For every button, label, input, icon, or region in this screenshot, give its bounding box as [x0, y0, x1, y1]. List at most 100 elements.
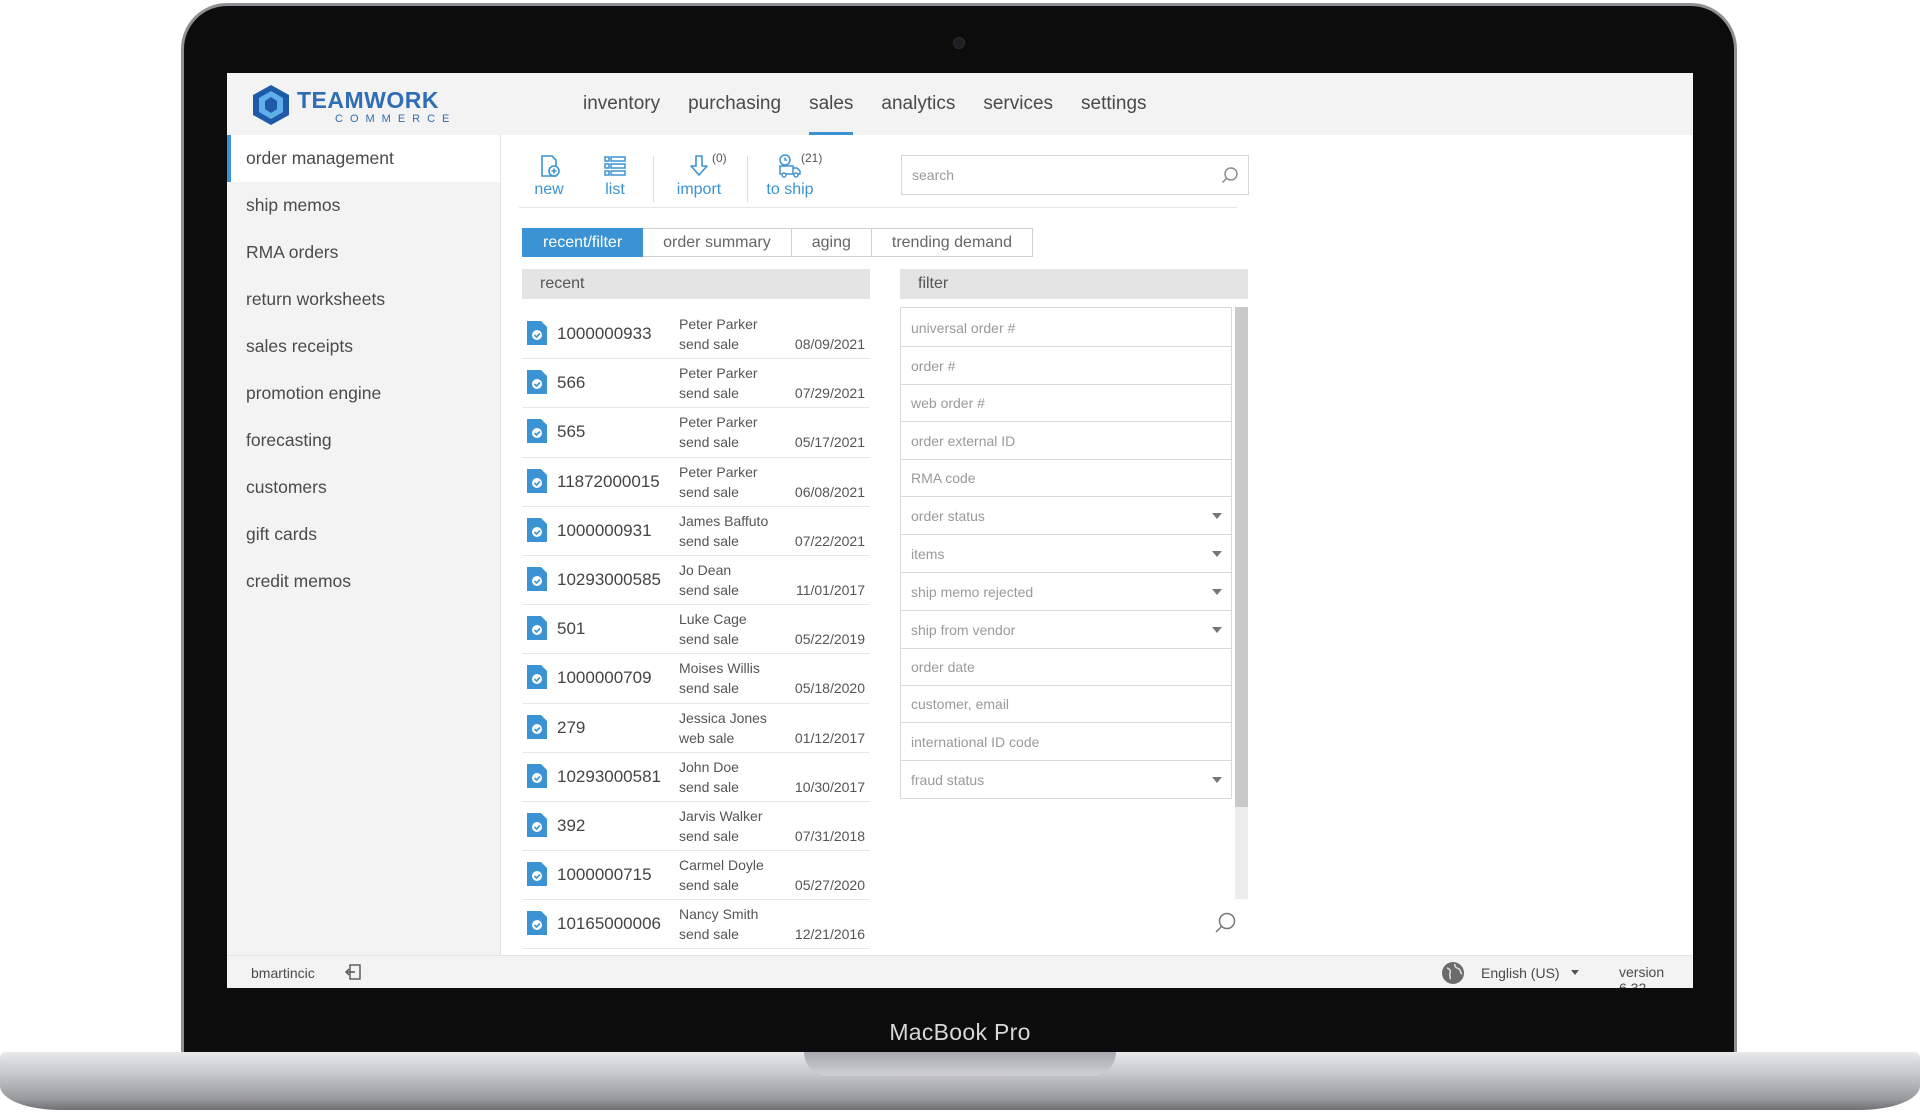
order-number[interactable]: 10293000585	[557, 570, 661, 590]
order-number[interactable]: 10165000006	[557, 914, 661, 934]
sidebar-item-ship-memos[interactable]: ship memos	[227, 182, 500, 229]
filter-dropdown[interactable]: items	[900, 533, 1232, 573]
nav-analytics[interactable]: analytics	[867, 73, 969, 135]
filter-input[interactable]: RMA code	[900, 457, 1232, 497]
order-document-icon	[527, 321, 547, 345]
chevron-down-icon[interactable]	[1569, 966, 1581, 978]
filter-input[interactable]: customer, email	[900, 683, 1232, 723]
tab-recent-filter[interactable]: recent/filter	[522, 228, 644, 257]
recent-order-row[interactable]: 1000000709 Moises Willis send sale 05/18/20…	[522, 654, 870, 704]
order-type: send sale	[679, 926, 739, 943]
filter-input[interactable]: order external ID	[900, 419, 1232, 460]
list-button[interactable]: list	[599, 153, 631, 199]
tab-bar: recent/filter order summary aging trendi…	[522, 228, 1033, 257]
order-document-icon	[527, 714, 547, 739]
order-document-icon	[527, 862, 547, 887]
to-ship-button[interactable]: to ship (21)	[763, 151, 822, 199]
order-type: send sale	[679, 827, 739, 844]
recent-order-row[interactable]: 566 Peter Parker send sale 07/29/2021	[522, 359, 870, 409]
filter-search-icon[interactable]	[1214, 911, 1238, 935]
order-customer: Luke Cage	[679, 611, 747, 628]
import-count: (0)	[712, 151, 727, 165]
new-button[interactable]: new	[529, 153, 569, 199]
chevron-down-icon	[1212, 777, 1222, 783]
order-number[interactable]: 10293000581	[557, 767, 661, 787]
filter-dropdown[interactable]: ship memo rejected	[900, 571, 1232, 611]
import-icon	[690, 155, 708, 176]
language-select[interactable]: English (US)	[1481, 965, 1560, 981]
recent-order-row[interactable]: 10293000581 John Doe send sale 10/30/2017	[522, 753, 870, 802]
sidebar-item-rma-orders[interactable]: RMA orders	[227, 229, 500, 276]
recent-order-row[interactable]: 1000000933 Peter Parker send sale 08/09/202…	[522, 310, 870, 360]
sidebar-item-forecasting[interactable]: forecasting	[227, 417, 500, 464]
search-box	[901, 155, 1249, 195]
sidebar-item-customers[interactable]: customers	[227, 464, 500, 511]
order-type: send sale	[679, 877, 739, 894]
nav-settings[interactable]: settings	[1067, 73, 1160, 135]
filter-scrollbar-thumb[interactable]	[1235, 307, 1248, 807]
recent-order-row[interactable]: 501 Luke Cage send sale 05/22/2019	[522, 605, 870, 655]
recent-order-row[interactable]: 1000000715 Carmel Doyle send sale 05/27/202…	[522, 851, 870, 901]
order-customer: Carmel Doyle	[679, 857, 764, 874]
recent-order-row[interactable]: 279 Jessica Jones web sale 01/12/2017	[522, 704, 870, 753]
recent-list: 1000000933 Peter Parker send sale 08/09/202…	[522, 310, 870, 950]
nav-purchasing[interactable]: purchasing	[674, 73, 795, 135]
laptop-notch	[804, 1052, 1116, 1076]
sidebar-item-credit-memos[interactable]: credit memos	[227, 558, 500, 605]
order-number[interactable]: 565	[557, 422, 585, 442]
recent-order-row[interactable]: 10165000006 Nancy Smith send sale 12/21/201…	[522, 900, 870, 950]
nav-inventory[interactable]: inventory	[569, 73, 674, 135]
nav-sales[interactable]: sales	[795, 73, 867, 135]
order-number[interactable]: 1000000933	[557, 324, 652, 344]
search-input[interactable]	[902, 156, 1202, 194]
order-number[interactable]: 1000000709	[557, 668, 652, 688]
sidebar-item-gift-cards[interactable]: gift cards	[227, 511, 500, 558]
sidebar-item-sales-receipts[interactable]: sales receipts	[227, 323, 500, 370]
order-date: 05/27/2020	[794, 877, 865, 894]
teamwork-logo[interactable]: TEAMWORK COMMERCE	[249, 83, 459, 127]
tab-trending-demand[interactable]: trending demand	[871, 228, 1033, 257]
filter-input[interactable]: universal order #	[900, 307, 1232, 347]
camera-icon	[953, 37, 965, 49]
filter-dropdown[interactable]: fraud status	[900, 759, 1232, 799]
toolbar-divider	[653, 156, 654, 202]
filter-input[interactable]: international ID code	[900, 721, 1232, 761]
logout-icon[interactable]	[344, 963, 362, 981]
order-customer: Peter Parker	[679, 414, 758, 431]
order-number[interactable]: 1000000715	[557, 865, 652, 885]
order-type: send sale	[679, 483, 739, 500]
filter-input[interactable]: order date	[900, 646, 1232, 686]
recent-order-row[interactable]: 10293000585 Jo Dean send sale 11/01/2017	[522, 556, 870, 606]
recent-order-row[interactable]: 565 Peter Parker send sale 05/17/2021	[522, 408, 870, 458]
order-type: send sale	[679, 385, 739, 402]
tab-order-summary[interactable]: order summary	[643, 228, 792, 257]
filter-dropdown[interactable]: ship from vendor	[900, 609, 1232, 649]
filter-field-placeholder: fraud status	[911, 772, 985, 788]
order-number[interactable]: 392	[557, 816, 585, 836]
order-number[interactable]: 566	[557, 373, 585, 393]
order-customer: Jessica Jones	[679, 709, 767, 726]
order-number[interactable]: 501	[557, 619, 585, 639]
order-number[interactable]: 1000000931	[557, 521, 652, 541]
order-type: send sale	[679, 336, 739, 352]
search-icon[interactable]	[1221, 166, 1239, 184]
order-document-icon	[527, 812, 547, 837]
sidebar-item-promotion-engine[interactable]: promotion engine	[227, 370, 500, 417]
order-number[interactable]: 279	[557, 718, 585, 738]
filter-input[interactable]: web order #	[900, 382, 1232, 422]
recent-order-row[interactable]: 11872000015 Peter Parker send sale 06/08/20…	[522, 458, 870, 507]
nav-services[interactable]: services	[969, 73, 1067, 135]
order-date: 01/12/2017	[794, 729, 865, 746]
recent-order-row[interactable]: 1000000931 James Baffuto send sale 07/22/20…	[522, 507, 870, 556]
recent-order-row[interactable]: 392 Jarvis Walker send sale 07/31/2018	[522, 802, 870, 852]
tab-aging[interactable]: aging	[791, 228, 872, 257]
sidebar-item-return-worksheets[interactable]: return worksheets	[227, 276, 500, 323]
filter-input[interactable]: order #	[900, 344, 1232, 385]
import-button[interactable]: import (0)	[672, 151, 727, 199]
sidebar-item-order-management[interactable]: order management	[227, 135, 500, 182]
order-number[interactable]: 11872000015	[557, 472, 660, 492]
filter-field-placeholder: order external ID	[911, 432, 1016, 449]
list-button-label: list	[605, 181, 625, 198]
filter-dropdown[interactable]: order status	[900, 495, 1232, 535]
filter-field-placeholder: order date	[911, 659, 975, 675]
